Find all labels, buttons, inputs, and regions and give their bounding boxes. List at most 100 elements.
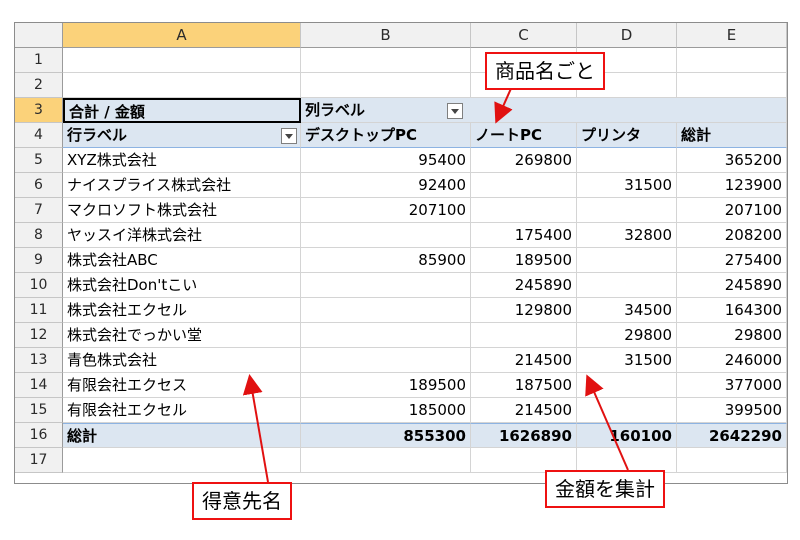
row-header[interactable]: 6	[15, 173, 63, 198]
column-header-d[interactable]: D	[577, 23, 677, 48]
amount-cell[interactable]	[577, 373, 677, 398]
column-header-a[interactable]: A	[63, 23, 301, 48]
customer-name-cell[interactable]: 有限会社エクセル	[63, 398, 301, 423]
amount-cell[interactable]: 95400	[301, 148, 471, 173]
amount-cell[interactable]: 29800	[577, 323, 677, 348]
amount-cell[interactable]: 32800	[577, 223, 677, 248]
row-header[interactable]: 5	[15, 148, 63, 173]
row-header[interactable]: 9	[15, 248, 63, 273]
amount-cell[interactable]: 207100	[301, 198, 471, 223]
amount-cell[interactable]: 189500	[471, 248, 577, 273]
row-header[interactable]: 11	[15, 298, 63, 323]
empty-cell[interactable]	[63, 48, 301, 73]
customer-name-cell[interactable]: XYZ株式会社	[63, 148, 301, 173]
column-header-c[interactable]: C	[471, 23, 577, 48]
amount-cell[interactable]: 246000	[677, 348, 787, 373]
amount-cell[interactable]	[577, 148, 677, 173]
amount-cell[interactable]: 85900	[301, 248, 471, 273]
grand-total-desktop-pc[interactable]: 855300	[301, 423, 471, 448]
amount-cell[interactable]: 399500	[677, 398, 787, 423]
amount-cell[interactable]	[301, 348, 471, 373]
empty-cell[interactable]	[63, 73, 301, 98]
amount-cell[interactable]	[301, 273, 471, 298]
amount-cell[interactable]: 245890	[677, 273, 787, 298]
customer-name-cell[interactable]: ナイスプライス株式会社	[63, 173, 301, 198]
row-header[interactable]: 2	[15, 73, 63, 98]
amount-cell[interactable]: 214500	[471, 398, 577, 423]
amount-cell[interactable]: 92400	[301, 173, 471, 198]
grand-total-all[interactable]: 2642290	[677, 423, 787, 448]
spreadsheet-grid[interactable]: A B C D E 合計 / 金額 列ラベル 行ラベル デスクトップPC ノート…	[14, 22, 788, 484]
row-label-filter-dropdown-icon[interactable]	[281, 128, 297, 144]
empty-cell[interactable]	[63, 448, 301, 473]
pivot-title-cell[interactable]: 合計 / 金額	[63, 98, 301, 123]
empty-cell[interactable]	[677, 448, 787, 473]
amount-cell[interactable]	[577, 198, 677, 223]
header-grand-total[interactable]: 総計	[677, 123, 787, 148]
empty-cell[interactable]	[301, 448, 471, 473]
amount-cell[interactable]: 214500	[471, 348, 577, 373]
customer-name-cell[interactable]: 株式会社ABC	[63, 248, 301, 273]
row-label-cell[interactable]: 行ラベル	[63, 123, 301, 148]
row-header[interactable]: 17	[15, 448, 63, 473]
row-header[interactable]: 8	[15, 223, 63, 248]
empty-cell[interactable]	[677, 48, 787, 73]
amount-cell[interactable]: 275400	[677, 248, 787, 273]
amount-cell[interactable]	[577, 248, 677, 273]
amount-cell[interactable]: 29800	[677, 323, 787, 348]
header-printer[interactable]: プリンタ	[577, 123, 677, 148]
row-header[interactable]: 1	[15, 48, 63, 73]
amount-cell[interactable]: 129800	[471, 298, 577, 323]
header-desktop-pc[interactable]: デスクトップPC	[301, 123, 471, 148]
amount-cell[interactable]: 34500	[577, 298, 677, 323]
row-header[interactable]: 13	[15, 348, 63, 373]
customer-name-cell[interactable]: 株式会社エクセル	[63, 298, 301, 323]
customer-name-cell[interactable]: 青色株式会社	[63, 348, 301, 373]
row-header[interactable]: 15	[15, 398, 63, 423]
row-header[interactable]: 16	[15, 423, 63, 448]
amount-cell[interactable]: 245890	[471, 273, 577, 298]
amount-cell[interactable]: 377000	[677, 373, 787, 398]
amount-cell[interactable]	[471, 173, 577, 198]
column-label-filter-dropdown-icon[interactable]	[447, 103, 463, 119]
header-note-pc[interactable]: ノートPC	[471, 123, 577, 148]
grand-total-printer[interactable]: 160100	[577, 423, 677, 448]
amount-cell[interactable]: 208200	[677, 223, 787, 248]
amount-cell[interactable]	[471, 198, 577, 223]
customer-name-cell[interactable]: マクロソフト株式会社	[63, 198, 301, 223]
amount-cell[interactable]	[301, 223, 471, 248]
select-all-corner[interactable]	[15, 23, 63, 48]
amount-cell[interactable]: 187500	[471, 373, 577, 398]
row-header[interactable]: 4	[15, 123, 63, 148]
customer-name-cell[interactable]: ヤッスイ洋株式会社	[63, 223, 301, 248]
row-header[interactable]: 7	[15, 198, 63, 223]
row-header[interactable]: 12	[15, 323, 63, 348]
row-header[interactable]: 14	[15, 373, 63, 398]
customer-name-cell[interactable]: 株式会社Don'tこい	[63, 273, 301, 298]
column-header-e[interactable]: E	[677, 23, 787, 48]
row-header[interactable]: 3	[15, 98, 63, 123]
amount-cell[interactable]: 189500	[301, 373, 471, 398]
amount-cell[interactable]	[301, 298, 471, 323]
amount-cell[interactable]: 175400	[471, 223, 577, 248]
amount-cell[interactable]: 123900	[677, 173, 787, 198]
empty-cell[interactable]	[301, 48, 471, 73]
amount-cell[interactable]: 207100	[677, 198, 787, 223]
amount-cell[interactable]: 31500	[577, 173, 677, 198]
amount-cell[interactable]	[577, 398, 677, 423]
grand-total-label[interactable]: 総計	[63, 423, 301, 448]
amount-cell[interactable]: 185000	[301, 398, 471, 423]
amount-cell[interactable]	[471, 323, 577, 348]
amount-cell[interactable]	[577, 273, 677, 298]
column-header-b[interactable]: B	[301, 23, 471, 48]
row-header[interactable]: 10	[15, 273, 63, 298]
empty-cell[interactable]	[301, 73, 471, 98]
grand-total-note-pc[interactable]: 1626890	[471, 423, 577, 448]
amount-cell[interactable]: 164300	[677, 298, 787, 323]
empty-cell[interactable]	[677, 73, 787, 98]
customer-name-cell[interactable]: 株式会社でっかい堂	[63, 323, 301, 348]
amount-cell[interactable]	[301, 323, 471, 348]
amount-cell[interactable]: 365200	[677, 148, 787, 173]
amount-cell[interactable]: 269800	[471, 148, 577, 173]
customer-name-cell[interactable]: 有限会社エクセス	[63, 373, 301, 398]
